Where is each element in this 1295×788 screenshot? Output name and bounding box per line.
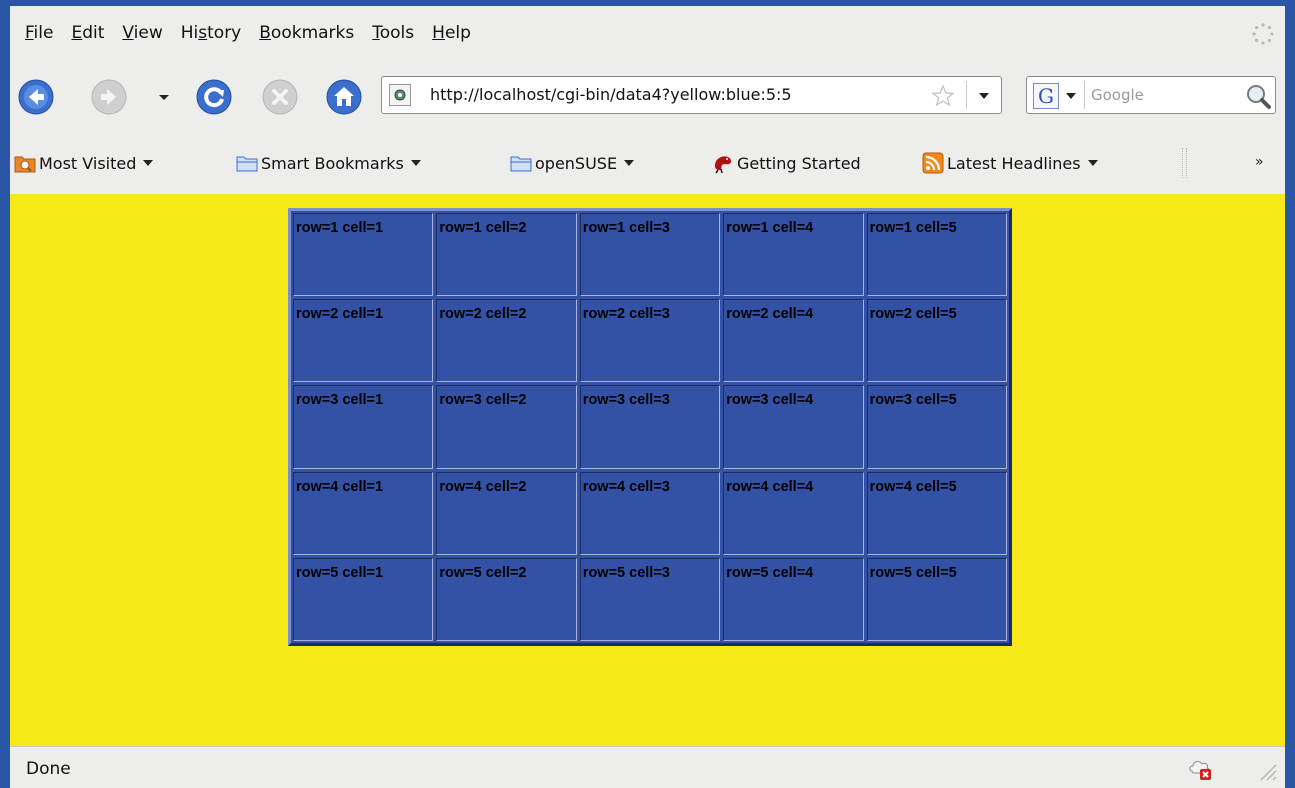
table-cell: row=5 cell=2 [436, 557, 577, 641]
table-cell: row=2 cell=1 [293, 299, 434, 383]
url-dropdown-icon[interactable] [978, 91, 990, 101]
table-grid: row=1 cell=1 row=1 cell=2 row=1 cell=3 row=… [293, 213, 1007, 641]
stop-button[interactable] [262, 79, 298, 115]
menu-history[interactable]: History [177, 21, 246, 45]
chevron-down-icon [624, 160, 635, 166]
table-cell: row=1 cell=5 [866, 213, 1007, 297]
chevron-down-icon [143, 160, 154, 166]
bookmark-smart-bookmarks[interactable]: Smart Bookmarks [236, 150, 422, 176]
table-cell: row=2 cell=5 [866, 299, 1007, 383]
browser-window: File Edit View History Bookmarks Tools H… [10, 6, 1285, 788]
history-dropdown-icon[interactable] [157, 90, 171, 104]
search-divider [1084, 81, 1085, 109]
menu-view[interactable]: View [118, 21, 166, 45]
folder-icon [236, 156, 258, 172]
table-cell: row=5 cell=5 [866, 557, 1007, 641]
search-bar[interactable]: G Google [1026, 76, 1276, 114]
stop-icon [262, 79, 298, 115]
throbber-icon [1251, 22, 1275, 46]
url-text[interactable]: http://localhost/cgi-bin/data4?yellow:bl… [430, 85, 792, 104]
resize-grip-icon[interactable] [1255, 759, 1277, 781]
menu-bookmarks[interactable]: Bookmarks [255, 21, 358, 45]
menu-tools[interactable]: Tools [368, 21, 418, 45]
menu-help[interactable]: Help [428, 21, 475, 45]
table-cell: row=5 cell=3 [579, 557, 721, 641]
table-cell: row=3 cell=1 [293, 385, 434, 469]
chevron-down-icon [1087, 160, 1098, 166]
table-cell: row=3 cell=3 [579, 385, 721, 469]
table-cell: row=4 cell=4 [723, 471, 864, 555]
table-cell: row=4 cell=3 [579, 471, 721, 555]
gecko-icon [715, 156, 732, 174]
forward-button[interactable] [91, 79, 127, 115]
table-cell: row=2 cell=3 [579, 299, 721, 383]
site-identity-icon[interactable] [389, 84, 411, 106]
home-icon [326, 79, 362, 115]
home-button[interactable] [326, 79, 362, 115]
table-cell: row=3 cell=4 [723, 385, 864, 469]
page-content: row=1 cell=1 row=1 cell=2 row=1 cell=3 row=… [10, 194, 1285, 746]
table-cell: row=4 cell=5 [866, 471, 1007, 555]
search-input[interactable]: Google [1091, 86, 1144, 104]
status-bar: Done [10, 746, 1285, 788]
table-cell: row=5 cell=1 [293, 557, 434, 641]
chevron-down-icon [410, 160, 421, 166]
table-cell: row=1 cell=2 [436, 213, 577, 297]
bookmark-star-icon[interactable] [930, 83, 956, 109]
table-cell: row=4 cell=2 [436, 471, 577, 555]
bookmark-latest-headlines[interactable]: Latest Headlines [922, 150, 1099, 176]
connection-error-icon[interactable] [1187, 757, 1213, 781]
back-arrow-icon [18, 79, 54, 115]
rss-icon [922, 152, 944, 174]
back-button[interactable] [18, 79, 54, 115]
folder-icon [510, 156, 532, 172]
url-bar[interactable]: http://localhost/cgi-bin/data4?yellow:bl… [381, 76, 1002, 114]
data-table: row=1 cell=1 row=1 cell=2 row=1 cell=3 row=… [288, 208, 1012, 646]
table-cell: row=5 cell=4 [723, 557, 864, 641]
table-cell: row=2 cell=2 [436, 299, 577, 383]
menu-bar: File Edit View History Bookmarks Tools H… [10, 6, 1285, 60]
search-engine-dropdown-icon[interactable] [1065, 91, 1077, 101]
toolbar-separator [1182, 148, 1187, 178]
status-text: Done [26, 759, 71, 779]
reload-button[interactable] [196, 79, 232, 115]
bookmark-most-visited[interactable]: Most Visited [14, 150, 154, 176]
forward-arrow-icon [91, 79, 127, 115]
table-cell: row=3 cell=5 [866, 385, 1007, 469]
bookmark-getting-started[interactable]: Getting Started [712, 150, 861, 176]
reload-icon [196, 79, 232, 115]
table-cell: row=2 cell=4 [723, 299, 864, 383]
bookmarks-overflow-button[interactable]: » [1255, 154, 1264, 170]
bookmarks-toolbar: Most Visited Smart Bookmarks openSUSE Ge… [10, 136, 1285, 192]
table-cell: row=3 cell=2 [436, 385, 577, 469]
table-cell: row=1 cell=1 [293, 213, 434, 297]
most-visited-icon [14, 156, 36, 173]
table-cell: row=1 cell=4 [723, 213, 864, 297]
url-divider [966, 81, 967, 109]
menu-edit[interactable]: Edit [67, 21, 108, 45]
menu-file[interactable]: File [21, 21, 57, 45]
bookmark-opensuse[interactable]: openSUSE [510, 150, 635, 176]
search-engine-icon[interactable]: G [1033, 83, 1059, 109]
table-cell: row=1 cell=3 [579, 213, 721, 297]
magnifier-icon[interactable] [1244, 82, 1272, 110]
navigation-toolbar: http://localhost/cgi-bin/data4?yellow:bl… [10, 60, 1285, 136]
table-cell: row=4 cell=1 [293, 471, 434, 555]
